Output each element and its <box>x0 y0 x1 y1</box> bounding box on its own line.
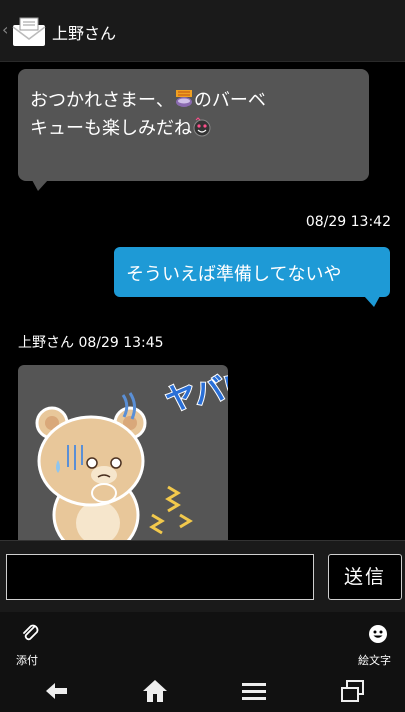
system-nav-bar <box>0 668 405 712</box>
message-list[interactable]: おつかれさまー、 のバーベ キューも楽しみだね 08/29 13:42 そういえ… <box>0 62 405 540</box>
bbq-emoji <box>175 90 192 109</box>
attach-button[interactable]: 添付 <box>12 620 52 667</box>
contact-name: 上野さん <box>52 24 117 43</box>
message-text: おつかれさまー、 のバーベ キューも楽しみだね <box>30 90 266 139</box>
sticker-message[interactable]: ヤバい <box>18 365 228 540</box>
paperclip-icon <box>23 624 39 641</box>
back-arrow-icon[interactable] <box>42 678 72 704</box>
sender-timestamp: 上野さん 08/29 13:45 <box>18 335 164 351</box>
home-icon[interactable] <box>140 678 170 704</box>
emoji-button[interactable]: 絵文字 <box>356 620 402 667</box>
message-text: そういえば準備してないや <box>126 264 342 285</box>
message-input[interactable] <box>6 554 314 600</box>
tool-row: 添付 絵文字 <box>0 612 405 668</box>
emoji-label: 絵文字 <box>358 654 391 667</box>
outgoing-message-bubble[interactable]: そういえば準備してないや <box>114 247 390 297</box>
composer-bar: 送信 <box>0 540 405 612</box>
sticker-caption: ヤバい <box>162 366 228 419</box>
chevron-left-icon[interactable]: ‹ <box>2 20 8 39</box>
smile-icon <box>369 625 387 643</box>
recent-apps-icon[interactable] <box>338 678 368 704</box>
send-button[interactable]: 送信 <box>328 554 402 600</box>
conversation-header: ‹ 上野さん <box>0 0 405 62</box>
smiling-face-emoji <box>193 117 211 137</box>
menu-icon[interactable] <box>239 678 269 704</box>
message-timestamp: 08/29 13:42 <box>305 214 391 230</box>
incoming-message-bubble[interactable]: おつかれさまー、 のバーベ キューも楽しみだね <box>18 69 369 181</box>
envelope-icon[interactable] <box>12 17 46 47</box>
bear-sticker-image: ヤバい <box>35 365 228 540</box>
attach-label: 添付 <box>16 654 38 667</box>
